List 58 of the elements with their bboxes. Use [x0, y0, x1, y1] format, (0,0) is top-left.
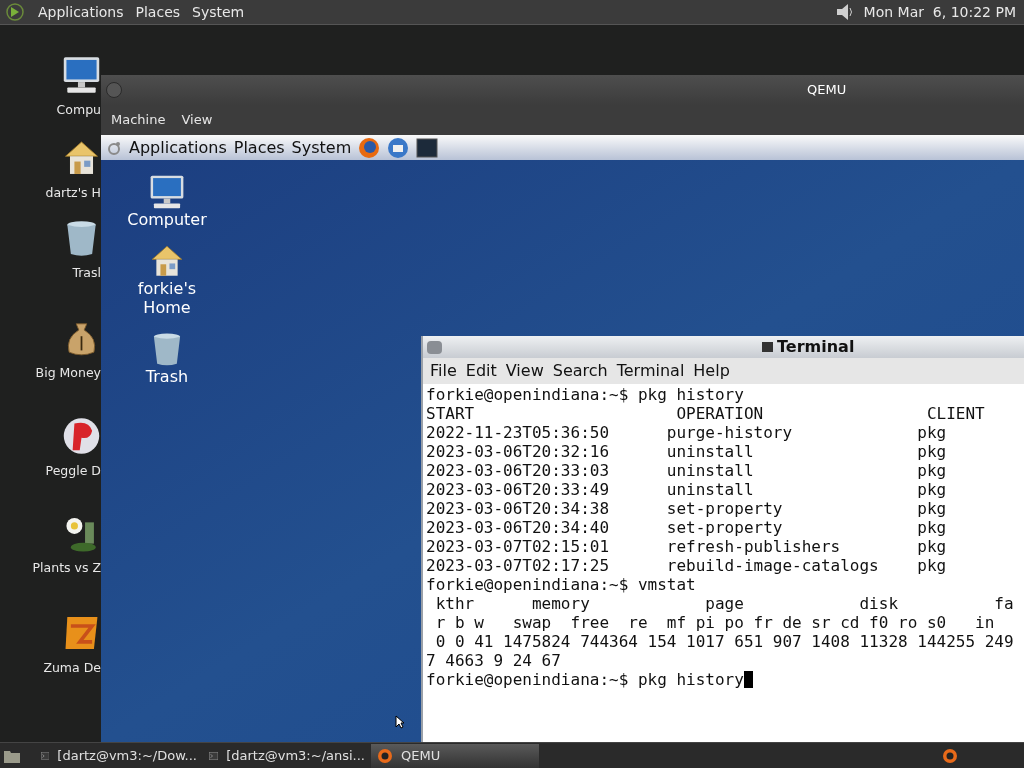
menu-item[interactable]: File — [430, 359, 457, 383]
taskbar-item[interactable]: [dartz@vm3:~/ansi... — [203, 743, 371, 768]
clock[interactable]: Mon Mar 6, 10:22 PM — [863, 1, 1016, 23]
terminal-line: 2023-03-06T20:34:38 set-property pkg — [426, 499, 947, 518]
menu-item[interactable]: Search — [552, 359, 608, 383]
terminal-line: r b w swap free re mf pi po fr de sr cd f0 ro s0 in — [434, 613, 995, 632]
menu-item[interactable]: Help — [693, 359, 730, 383]
mail-client-icon[interactable] — [387, 136, 410, 159]
terminal-icon[interactable] — [416, 137, 439, 158]
desktop-icon-label[interactable]: Big Money — [35, 364, 101, 383]
panel-menu[interactable]: Applications — [38, 1, 124, 23]
panel-menu[interactable]: System — [192, 1, 245, 23]
panel-menu[interactable]: Applications — [129, 135, 227, 160]
window-title: QEMU — [807, 81, 847, 100]
terminal-line: 2023-03-06T20:32:16 uninstall pkg — [426, 442, 947, 461]
terminal-icon — [762, 342, 773, 352]
menu-item[interactable]: Machine — [111, 110, 166, 130]
terminal-line: 0 0 41 1475824 744364 154 1017 651 907 1408 11328 144255 249 — [434, 632, 1014, 651]
qemu-icon — [377, 747, 393, 764]
terminal-line: 7 4663 9 24 67 — [426, 651, 561, 670]
terminal-line: 2023-03-07T02:17:25 rebuild-image-catalogs pkg — [426, 556, 947, 575]
terminal-line: 2023-03-06T20:33:03 uninstall pkg — [426, 461, 947, 480]
terminal-line: START OPERATION CLIENT — [426, 404, 985, 423]
terminal-line: kthr memory page disk fa — [434, 594, 1014, 613]
desktop-icon-label[interactable]: Trasl — [72, 264, 101, 283]
desktop-icon-label[interactable]: Trash — [145, 367, 189, 386]
taskbar-item[interactable]: [dartz@vm3:~/Dow... — [35, 743, 203, 768]
home-icon — [149, 243, 185, 279]
menu-item[interactable]: View — [181, 110, 213, 130]
panel-menu[interactable]: System — [291, 135, 352, 160]
desktop-icon-label[interactable]: forkie's Home — [137, 279, 197, 317]
menu-item[interactable]: Edit — [465, 359, 497, 383]
desktop-icon-label[interactable]: Plants vs Z — [32, 559, 101, 578]
menu-item[interactable]: View — [505, 359, 544, 383]
panel-menu[interactable]: Places — [135, 1, 181, 23]
terminal-line: 2023-03-06T20:34:40 set-property pkg — [426, 518, 947, 537]
desktop-icon-label[interactable]: Compu — [56, 101, 101, 120]
terminal-line: forkie@openindiana:~$ pkg history — [426, 385, 744, 404]
terminal-line: 2022-11-23T05:36:50 purge-history pkg — [426, 423, 947, 442]
terminal-line: 2023-03-07T02:15:01 refresh-publishers pkg — [426, 537, 947, 556]
qemu-icon — [942, 747, 958, 764]
terminal-line: forkie@openindiana:~$ pkg history — [426, 670, 744, 689]
desktop-icon-label[interactable]: Computer — [127, 210, 207, 229]
window-title: Terminal — [777, 336, 855, 358]
desktop-icon-label[interactable]: dartz's H — [45, 184, 101, 203]
menu-item[interactable]: Terminal — [616, 359, 685, 383]
terminal-line: 2023-03-06T20:33:49 uninstall pkg — [426, 480, 947, 499]
panel-menu[interactable]: Places — [233, 135, 285, 160]
taskbar-item[interactable]: QEMU — [371, 743, 539, 768]
logo-icon — [4, 2, 26, 22]
browser-icon[interactable] — [358, 136, 381, 159]
computer-icon — [149, 174, 185, 210]
desktop-icon-label[interactable]: Peggle D — [45, 462, 101, 481]
mouse-pointer-icon — [395, 715, 405, 729]
desktop-icon-label[interactable]: Zuma De — [43, 659, 101, 678]
terminal-line: forkie@openindiana:~$ vmstat — [426, 575, 696, 594]
tray-app-button[interactable] — [942, 747, 958, 764]
window-menu-button[interactable] — [427, 340, 442, 354]
